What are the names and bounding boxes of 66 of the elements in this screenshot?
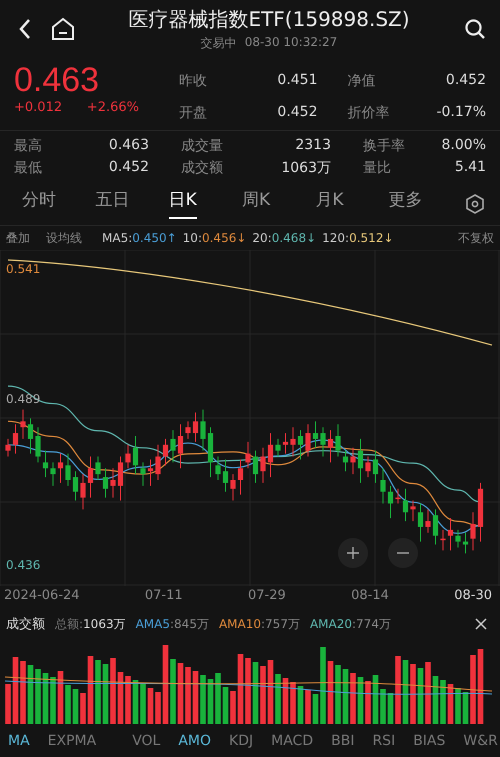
indicator-tab[interactable]: MA <box>8 733 30 749</box>
last-price: 0.463 <box>14 62 100 98</box>
stock-title: 医疗器械指数ETF(159898.SZ) <box>128 6 410 33</box>
indicator-tab[interactable]: AMO <box>178 733 212 749</box>
stat-value: 5.41 <box>454 159 486 177</box>
home-icon[interactable] <box>50 16 76 42</box>
price-change-percent: +2.66% <box>86 100 139 115</box>
stat-label: 昨收 <box>179 72 207 90</box>
period-tab[interactable]: 五日 <box>95 180 169 228</box>
date-label: 07-11 <box>144 588 183 603</box>
ama-reading: AMA5:845万 <box>136 616 209 632</box>
stat-value: 1063万 <box>281 159 331 177</box>
axis-label: 0.541 <box>6 262 40 276</box>
axis-label: 0.436 <box>6 558 40 572</box>
period-tab[interactable]: 分时 <box>22 180 96 228</box>
volume-title: 成交额 <box>6 616 45 633</box>
indicator-tab[interactable]: RSI <box>372 733 396 749</box>
stat-value: 2313 <box>295 137 331 155</box>
stat-label: 最高 <box>14 137 42 155</box>
stat-label: 成交量 <box>181 137 223 155</box>
stat-label: 量比 <box>363 159 391 177</box>
period-tab[interactable]: 周K <box>242 180 316 228</box>
zoom-in-button[interactable] <box>338 538 368 568</box>
indicator-tab[interactable]: KDJ <box>229 733 254 749</box>
indicator-tab[interactable]: W&R <box>463 733 498 749</box>
stat-value: 0.451 <box>277 72 318 90</box>
stat-value: 0.463 <box>108 137 149 155</box>
stat-value: 8.00% <box>442 137 486 155</box>
ma-reading: 10:0.456↓ <box>182 231 246 245</box>
indicator-tab[interactable]: VOL <box>132 733 160 749</box>
stat-label: 换手率 <box>363 137 405 155</box>
period-tab[interactable]: 日K <box>168 180 242 228</box>
quote-time: 08-30 10:32:27 <box>244 35 338 51</box>
indicator-tab[interactable]: MACD <box>271 733 314 749</box>
ma-reading: 20:0.468↓ <box>252 231 316 245</box>
ma-reading: MA5:0.450↑ <box>102 231 177 245</box>
indicator-tab[interactable]: BBI <box>331 733 354 749</box>
ama-reading: AMA20:774万 <box>310 616 391 632</box>
stat-value: 0.452 <box>277 104 318 122</box>
stat-value: 0.452 <box>446 72 486 90</box>
plus-icon <box>346 546 360 560</box>
set-ma-link[interactable]: 设均线 <box>46 230 82 246</box>
stat-label: 最低 <box>14 159 42 177</box>
stat-label: 成交额 <box>181 159 223 177</box>
date-label: 07-29 <box>248 588 286 603</box>
volume-total: 总额:1063万 <box>55 616 126 632</box>
period-tab[interactable]: 更多 <box>388 180 462 228</box>
ama-reading: AMA10:757万 <box>218 616 300 632</box>
trading-status: 交易中 <box>200 35 237 52</box>
date-label: 08-14 <box>351 588 389 603</box>
indicator-tab[interactable]: EXPMA <box>48 733 96 749</box>
stat-label: 开盘 <box>179 104 207 122</box>
price-change: +0.012 <box>14 100 62 115</box>
axis-label: 0.489 <box>6 392 40 406</box>
stat-label: 折价率 <box>348 104 390 122</box>
zoom-out-button[interactable] <box>388 538 418 568</box>
stat-value: -0.17% <box>436 104 486 122</box>
stat-label: 净值 <box>348 72 376 90</box>
indicator-tab[interactable]: BIAS <box>413 733 446 749</box>
stat-value: 0.452 <box>108 159 149 177</box>
period-tab[interactable]: 月K <box>315 180 389 228</box>
adjust-option[interactable]: 不复权 <box>458 230 494 246</box>
date-label: 08-30 <box>454 588 492 603</box>
date-label: 2024-06-24 <box>4 588 80 603</box>
ma-reading: 120:0.512↓ <box>322 231 394 245</box>
overlay-link[interactable]: 叠加 <box>6 230 30 246</box>
